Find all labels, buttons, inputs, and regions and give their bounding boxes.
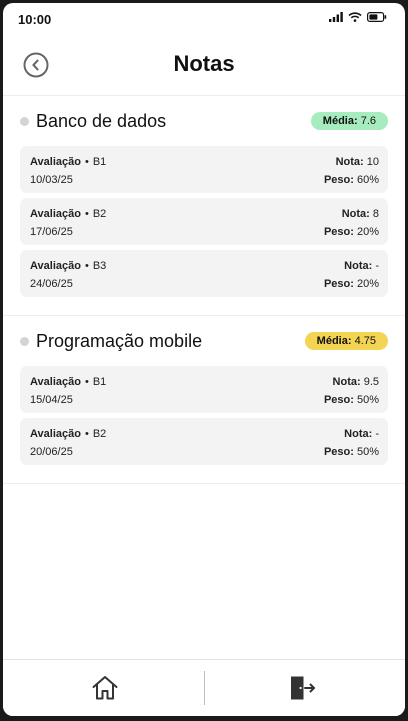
- average-badge: Média: 4.75: [304, 332, 388, 350]
- weight-label: Peso:: [323, 278, 354, 290]
- grade-label: Nota:: [332, 376, 361, 388]
- evaluation-date: 20/06/25: [30, 446, 73, 458]
- evaluation-code: B1: [92, 376, 107, 388]
- evaluation-date: 17/06/25: [30, 226, 73, 238]
- subject-title-wrap: Programação mobile: [20, 331, 202, 352]
- separator: •: [84, 208, 89, 220]
- weight-value: 50%: [356, 394, 379, 406]
- average-label: Média:: [322, 115, 358, 127]
- evaluation-code: B1: [92, 156, 107, 168]
- bullet-icon: [20, 336, 29, 346]
- wifi-icon: [348, 12, 362, 22]
- home-icon[interactable]: [90, 673, 120, 703]
- status-icons: [329, 12, 387, 22]
- subject-header: Programação mobile Média: 4.75: [20, 330, 388, 352]
- phone-screen: 10:00 Notas Banco de dados Média: 7.6 Av…: [3, 3, 405, 716]
- average-label: Média:: [316, 335, 352, 347]
- weight-label: Peso:: [323, 394, 354, 406]
- evaluation-code: B3: [92, 260, 107, 272]
- separator: •: [84, 260, 89, 272]
- subject-section: Programação mobile Média: 4.75 Avaliação…: [3, 316, 405, 484]
- battery-icon: [367, 12, 387, 22]
- header: Notas: [3, 37, 405, 96]
- weight-value: 20%: [356, 226, 379, 238]
- subjects-list: Banco de dados Média: 7.6 Avaliação • B1 N…: [3, 96, 405, 484]
- evaluation-card[interactable]: Avaliação • B1 Nota: 9.5 15/04/25 Peso: 50…: [20, 366, 388, 413]
- grade-label: Nota:: [344, 260, 373, 272]
- evaluation-card[interactable]: Avaliação • B2 Nota: - 20/06/25 Peso: 50%: [20, 418, 388, 465]
- weight-value: 20%: [356, 278, 379, 290]
- grade-value: -: [375, 260, 379, 272]
- grade-value: 10: [366, 156, 379, 168]
- average-badge: Média: 7.6: [310, 112, 388, 130]
- evaluation-code: B2: [92, 428, 107, 440]
- bottom-nav: [3, 659, 405, 716]
- evaluation-label: Avaliação: [30, 376, 81, 388]
- signal-icon: [329, 12, 343, 22]
- weight-label: Peso:: [323, 174, 354, 186]
- nav-divider: [204, 671, 205, 705]
- bullet-icon: [20, 116, 29, 126]
- subject-name: Programação mobile: [36, 330, 203, 351]
- evaluation-label: Avaliação: [30, 428, 81, 440]
- evaluation-label: Avaliação: [30, 260, 81, 272]
- grade-value: 9.5: [363, 376, 379, 388]
- evaluation-card[interactable]: Avaliação • B1 Nota: 10 10/03/25 Peso: 60%: [20, 146, 388, 193]
- grade-label: Nota:: [335, 156, 364, 168]
- weight-value: 50%: [356, 446, 379, 458]
- subject-header: Banco de dados Média: 7.6: [20, 110, 388, 132]
- page-title: Notas: [173, 51, 235, 76]
- subject-section: Banco de dados Média: 7.6 Avaliação • B1 N…: [3, 96, 405, 316]
- separator: •: [84, 156, 89, 168]
- status-time: 10:00: [18, 12, 52, 27]
- evaluation-date: 15/04/25: [30, 394, 73, 406]
- logout-icon[interactable]: [287, 673, 317, 703]
- evaluation-date: 24/06/25: [30, 278, 73, 290]
- grade-value: 8: [372, 208, 379, 220]
- weight-label: Peso:: [323, 226, 354, 238]
- separator: •: [84, 428, 89, 440]
- evaluation-label: Avaliação: [30, 156, 81, 168]
- status-bar: 10:00: [3, 3, 405, 37]
- weight-value: 60%: [356, 174, 379, 186]
- grade-label: Nota:: [341, 208, 370, 220]
- separator: •: [84, 376, 89, 388]
- average-value: 7.6: [360, 115, 376, 127]
- subject-title-wrap: Banco de dados: [20, 111, 166, 132]
- weight-label: Peso:: [323, 446, 354, 458]
- average-value: 4.75: [354, 335, 376, 347]
- grade-label: Nota:: [344, 428, 373, 440]
- evaluation-card[interactable]: Avaliação • B3 Nota: - 24/06/25 Peso: 20%: [20, 250, 388, 297]
- evaluation-date: 10/03/25: [30, 174, 73, 186]
- evaluation-label: Avaliação: [30, 208, 81, 220]
- evaluation-card[interactable]: Avaliação • B2 Nota: 8 17/06/25 Peso: 20%: [20, 198, 388, 245]
- evaluation-code: B2: [92, 208, 107, 220]
- subject-name: Banco de dados: [36, 110, 167, 131]
- grade-value: -: [375, 428, 379, 440]
